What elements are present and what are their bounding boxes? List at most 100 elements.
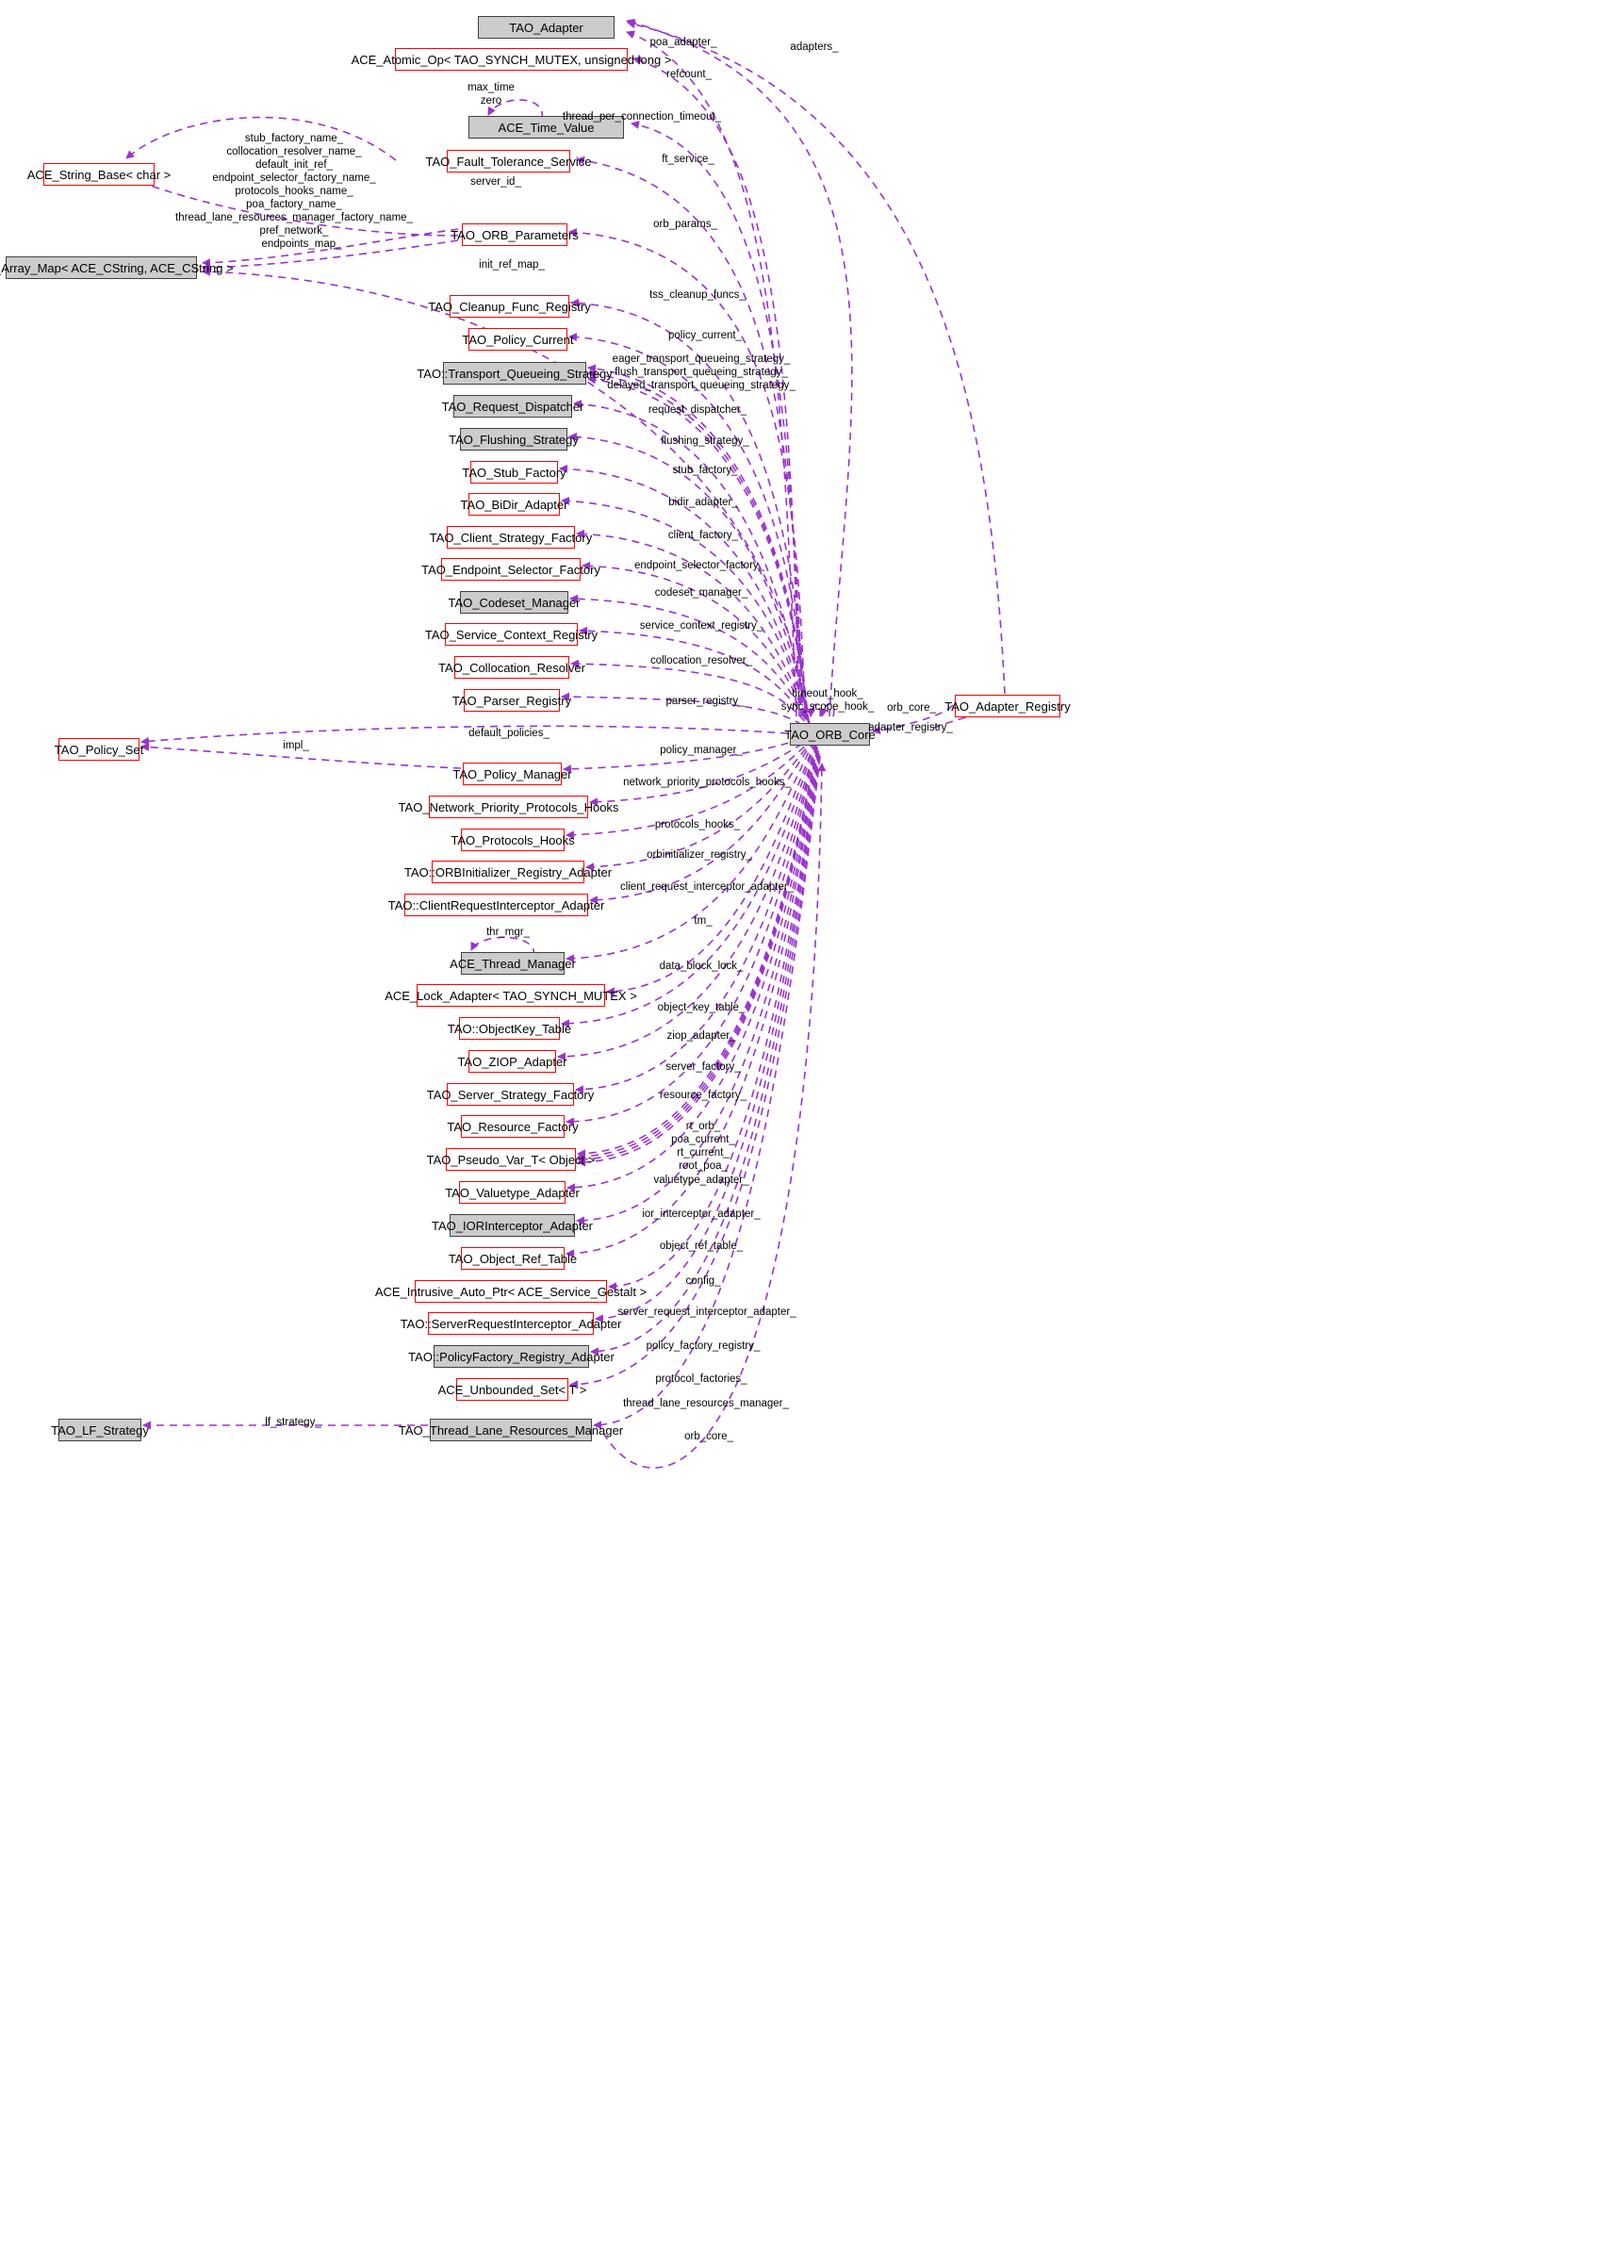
node-tao-orb-parameters[interactable]: TAO_ORB_Parameters xyxy=(451,223,579,246)
edge-label-impl: impl_ xyxy=(283,740,309,751)
node-label: TAO_Thread_Lane_Resources_Manager xyxy=(398,1422,624,1438)
node-ace-intrusive-auto-ptr[interactable]: ACE_Intrusive_Auto_Ptr< ACE_Service_Gest… xyxy=(375,1280,647,1303)
node-tao-resource-factory[interactable]: TAO_Resource_Factory xyxy=(447,1115,579,1138)
node-tao-cleanup-func-registry[interactable]: TAO_Cleanup_Func_Registry xyxy=(428,295,591,318)
node-label: ACE_Intrusive_Auto_Ptr< ACE_Service_Gest… xyxy=(374,1284,648,1299)
edge-label-parser-registry: parser_registry_ xyxy=(665,696,745,707)
node-tao-iorinterceptor-adapter[interactable]: TAO_IORInterceptor_Adapter xyxy=(432,1214,593,1237)
node-tao-policy-current[interactable]: TAO_Policy_Current xyxy=(462,328,574,351)
node-label: TAO_Client_Strategy_Factory xyxy=(429,530,593,545)
node-label: TAO_Adapter_Registry xyxy=(944,698,1071,714)
edge-label-config: config_ xyxy=(685,1275,721,1287)
node-tao-policy-manager[interactable]: TAO_Policy_Manager xyxy=(452,763,572,785)
node-label: TAO::Transport_Queueing_Strategy xyxy=(417,366,613,381)
node-tao-server-strategy-factory[interactable]: TAO_Server_Strategy_Factory xyxy=(427,1083,594,1106)
node-label: TAO_Policy_Current xyxy=(462,332,574,347)
node-label: TAO::ClientRequestInterceptor_Adapter xyxy=(387,897,605,912)
node-label: ACE_String_Base< char > xyxy=(26,167,172,182)
node-label: TAO_Codeset_Manager xyxy=(448,595,581,610)
node-tao-client-strategy-factory[interactable]: TAO_Client_Strategy_Factory xyxy=(430,526,592,549)
node-label: TAO_Request_Dispatcher xyxy=(441,399,584,414)
node-label: TAO_ORB_Core xyxy=(784,727,876,742)
node-tao-stub-factory[interactable]: TAO_Stub_Factory xyxy=(462,461,566,484)
node-label: TAO::ORBInitializer_Registry_Adapter xyxy=(403,864,613,879)
edge-label-server-request-interceptor-adapter: server_request_interceptor_adapter_ xyxy=(617,1307,796,1318)
node-tao-bidir-adapter[interactable]: TAO_BiDir_Adapter xyxy=(461,493,567,516)
node-label: TAO_Adapter xyxy=(509,20,583,35)
node-label: TAO_Network_Priority_Protocols_Hooks xyxy=(398,799,619,814)
node-tao-policy-set[interactable]: TAO_Policy_Set xyxy=(55,738,143,761)
edge-label-queueing-strategies: eager_transport_queueing_strategy_ flush… xyxy=(607,353,796,391)
node-tao-protocols-hooks[interactable]: TAO_Protocols_Hooks xyxy=(451,829,575,851)
node-tao-ziop-adapter[interactable]: TAO_ZIOP_Adapter xyxy=(457,1050,567,1073)
edge-label-collocation-resolver: collocation_resolver_ xyxy=(649,655,753,666)
node-ace-atomic-op[interactable]: ACE_Atomic_Op< TAO_SYNCH_MUTEX, unsigned… xyxy=(352,48,671,71)
node-label: ACE_Array_Map< ACE_CString, ACE_CString … xyxy=(0,260,234,275)
edge-label-data-block-lock: data_block_lock_ xyxy=(659,961,744,972)
edge-label-thread-lane-resources-manager: thread_lane_resources_manager_ xyxy=(623,1398,789,1409)
node-tao-orb-core[interactable]: TAO_ORB_Core xyxy=(784,723,876,746)
edge-label-server-factory: server_factory_ xyxy=(665,1061,741,1073)
edge-label-protocols-hooks: protocols_hooks_ xyxy=(654,819,741,830)
edge-label-timeout-hook-group: timeout_hook_ sync_scope_hook_ xyxy=(780,688,875,713)
edge-label-adapter-registry: adapter_registry_ xyxy=(868,722,953,733)
edge-label-protocol-factories: protocol_factories_ xyxy=(655,1373,747,1385)
node-tao-transport-queueing-strategy[interactable]: TAO::Transport_Queueing_Strategy xyxy=(417,362,613,385)
node-tao-flushing-strategy[interactable]: TAO_Flushing_Strategy xyxy=(449,428,579,451)
edge-label-ft-service: ft_service_ xyxy=(662,154,714,165)
node-label: TAO::PolicyFactory_Registry_Adapter xyxy=(408,1349,615,1364)
node-tao-request-dispatcher[interactable]: TAO_Request_Dispatcher xyxy=(442,395,583,418)
node-tao-endpoint-selector-factory[interactable]: TAO_Endpoint_Selector_Factory xyxy=(421,558,600,581)
node-tao-service-context-registry[interactable]: TAO_Service_Context_Registry xyxy=(425,623,598,646)
edge-label-orbinitializer-registry: orbinitializer_registry_ xyxy=(647,849,752,861)
node-label: TAO_BiDir_Adapter xyxy=(460,497,568,512)
node-ace-array-map[interactable]: ACE_Array_Map< ACE_CString, ACE_CString … xyxy=(0,256,234,279)
edge-label-object-ref-table: object_ref_table_ xyxy=(659,1241,744,1252)
edge-label-thread-per-connection-timeout: thread_per_connection_timeout_ xyxy=(562,111,722,123)
node-label: TAO_Policy_Manager xyxy=(452,766,572,781)
edge-label-service-context-registry: service_context_registry_ xyxy=(639,620,763,632)
node-tao-lf-strategy[interactable]: TAO_LF_Strategy xyxy=(51,1419,149,1441)
edge-label-init-ref-map: init_ref_map_ xyxy=(479,259,545,271)
node-tao-object-ref-table[interactable]: TAO_Object_Ref_Table xyxy=(449,1247,577,1270)
node-label: TAO_Flushing_Strategy xyxy=(449,432,579,447)
node-label: ACE_Atomic_Op< TAO_SYNCH_MUTEX, unsigned… xyxy=(351,52,672,67)
edge-label-adapters: adapters_ xyxy=(790,41,839,53)
node-label: TAO_Collocation_Resolver xyxy=(438,660,585,675)
node-tao-adapter-registry[interactable]: TAO_Adapter_Registry xyxy=(944,695,1071,717)
node-tao-policyfactory-registry-adapter[interactable]: TAO::PolicyFactory_Registry_Adapter xyxy=(408,1345,615,1368)
node-label: TAO_Fault_Tolerance_Service xyxy=(425,154,592,169)
node-label: TAO_Protocols_Hooks xyxy=(451,832,575,847)
node-tao-collocation-resolver[interactable]: TAO_Collocation_Resolver xyxy=(438,656,585,679)
node-tao-valuetype-adapter[interactable]: TAO_Valuetype_Adapter xyxy=(445,1181,580,1204)
edge-label-string-name-group: stub_factory_name_ collocation_resolver_… xyxy=(175,133,413,237)
node-tao-parser-registry[interactable]: TAO_Parser_Registry xyxy=(452,689,571,712)
node-tao-objectkey-table[interactable]: TAO::ObjectKey_Table xyxy=(448,1017,571,1040)
edge-label-tm: tm_ xyxy=(694,915,713,927)
edge-label-thr-mgr: thr_mgr_ xyxy=(485,927,531,938)
node-label: TAO_LF_Strategy xyxy=(51,1422,149,1438)
node-tao-codeset-manager[interactable]: TAO_Codeset_Manager xyxy=(449,591,580,614)
node-label: TAO_Policy_Set xyxy=(54,742,144,757)
node-label: TAO::ObjectKey_Table xyxy=(447,1021,572,1036)
edge-label-client-factory: client_factory_ xyxy=(667,530,739,541)
node-ace-unbounded-set[interactable]: ACE_Unbounded_Set< T > xyxy=(438,1378,586,1401)
node-ace-lock-adapter[interactable]: ACE_Lock_Adapter< TAO_SYNCH_MUTEX > xyxy=(385,984,637,1007)
edge-label-stub-factory: stub_factory_ xyxy=(672,465,738,476)
node-label: TAO_Endpoint_Selector_Factory xyxy=(421,562,600,577)
node-ace-string-base[interactable]: ACE_String_Base< char > xyxy=(27,163,171,186)
edge-label-server-id: server_id_ xyxy=(470,176,521,188)
node-tao-network-priority-protocols-hooks[interactable]: TAO_Network_Priority_Protocols_Hooks xyxy=(399,796,618,818)
node-tao-serverrequestinterceptor-adapter[interactable]: TAO::ServerRequestInterceptor_Adapter xyxy=(401,1312,621,1335)
node-label: TAO_Server_Strategy_Factory xyxy=(426,1087,595,1102)
collaboration-diagram: TAO_Adapter ACE_Atomic_Op< TAO_SYNCH_MUT… xyxy=(0,0,1624,2268)
edge-label-endpoint-selector-factory: endpoint_selector_factory_ xyxy=(633,560,765,571)
node-tao-fault-tolerance-service[interactable]: TAO_Fault_Tolerance_Service xyxy=(425,150,592,173)
node-tao-clientrequestinterceptor-adapter[interactable]: TAO::ClientRequestInterceptor_Adapter xyxy=(388,894,604,916)
node-ace-thread-manager[interactable]: ACE_Thread_Manager xyxy=(450,952,576,975)
node-tao-pseudo-var-t[interactable]: TAO_Pseudo_Var_T< Object > xyxy=(427,1148,595,1171)
edge-label-policy-current: policy_current_ xyxy=(668,330,742,341)
node-tao-orbinitializer-registry-adapter[interactable]: TAO::ORBInitializer_Registry_Adapter xyxy=(404,861,612,883)
node-tao-adapter[interactable]: TAO_Adapter xyxy=(478,16,615,39)
node-tao-thread-lane-resources-manager[interactable]: TAO_Thread_Lane_Resources_Manager xyxy=(399,1419,623,1441)
